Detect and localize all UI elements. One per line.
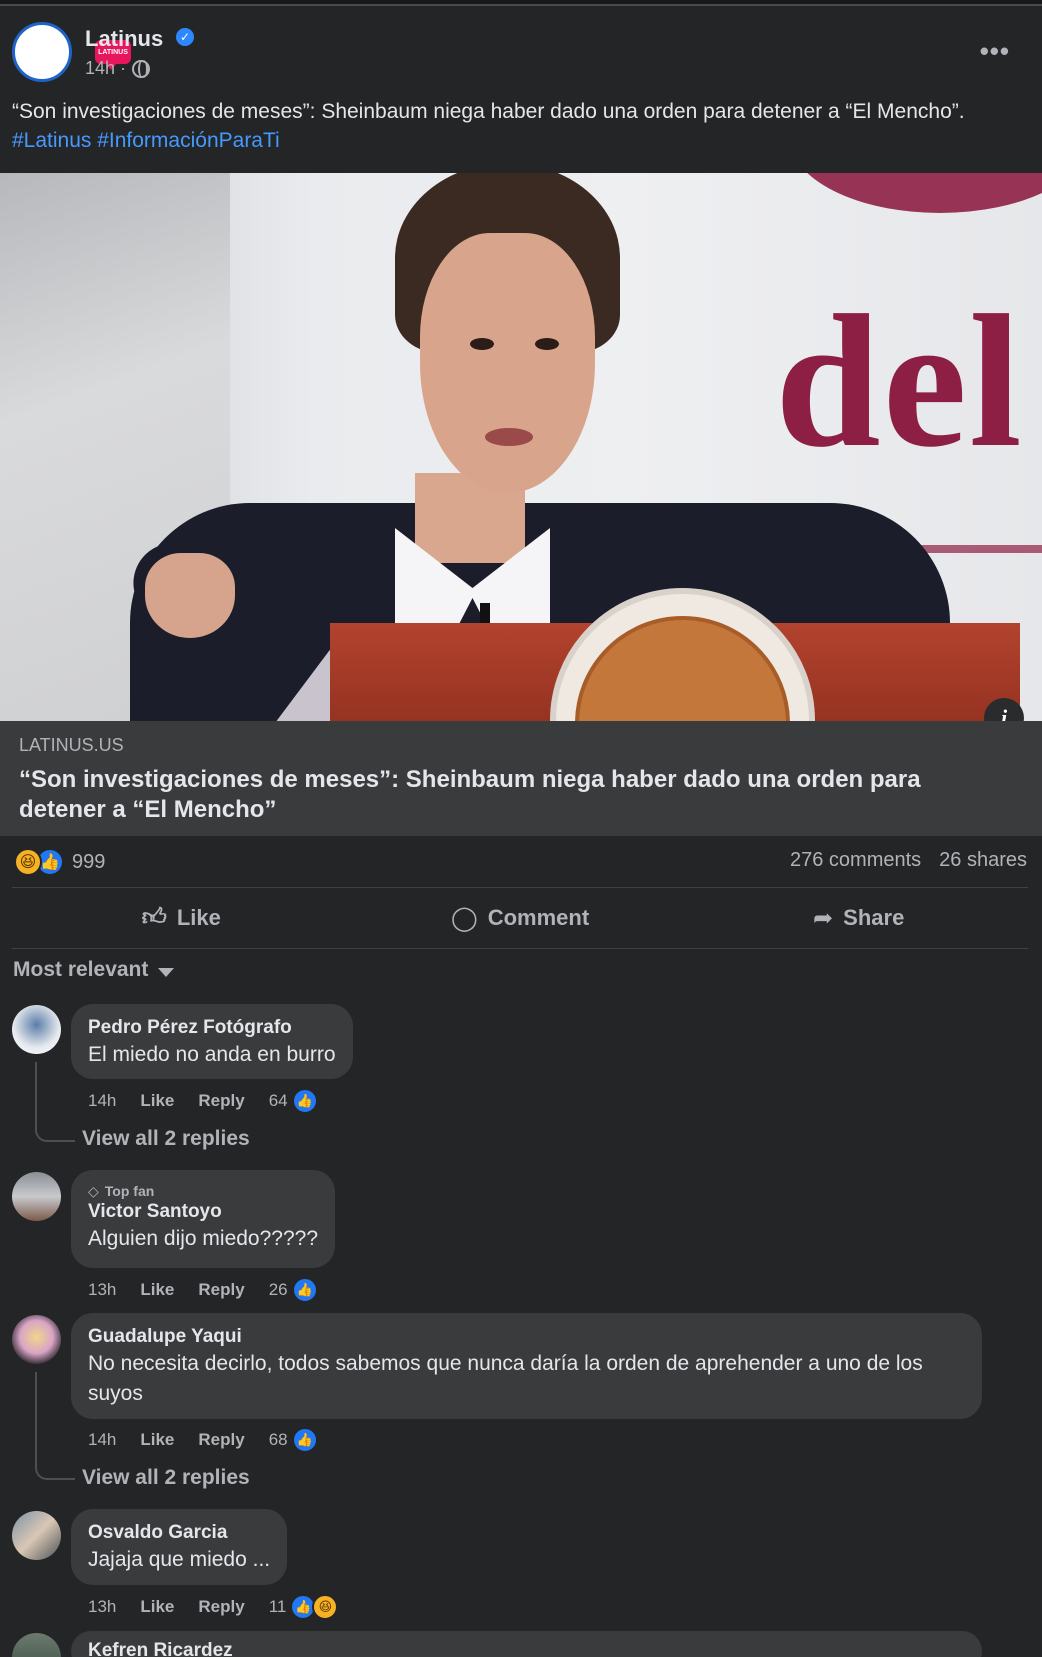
globe-icon bbox=[132, 59, 151, 78]
comment-time[interactable]: 14h bbox=[88, 1430, 116, 1450]
thumbs-up-icon: 👍︎ bbox=[141, 904, 167, 931]
like-label: Like bbox=[176, 905, 221, 930]
post-meta: 14h · bbox=[85, 58, 151, 79]
comment-time[interactable]: 13h bbox=[88, 1597, 116, 1617]
like-button[interactable]: 👍︎ Like bbox=[12, 888, 351, 948]
comment-bubble: Osvaldo Garcia Jajaja que miedo ... bbox=[71, 1509, 288, 1585]
comment-author[interactable]: Victor Santoyo bbox=[88, 1200, 318, 1224]
comment-label: Comment bbox=[487, 905, 590, 930]
post-header: LATINUS Latinus ✓ 14h · ••• bbox=[12, 22, 1032, 86]
share-icon: ➦ bbox=[813, 904, 834, 932]
comment-author[interactable]: Guadalupe Yaqui bbox=[88, 1325, 965, 1349]
comment-reaction-count: 11 bbox=[268, 1597, 287, 1616]
comment-reply-button[interactable]: Reply bbox=[198, 1280, 244, 1300]
post-actions: 👍︎ Like ◯ Comment ➦ Share bbox=[12, 888, 1028, 948]
comments-count[interactable]: 276 comments bbox=[790, 849, 921, 872]
comment-meta: 13h Like Reply 11 👍 😆 bbox=[88, 1594, 362, 1620]
verified-badge-icon: ✓ bbox=[176, 28, 194, 46]
comment-bubble: Pedro Pérez Fotógrafo El miedo no anda e… bbox=[71, 1004, 353, 1079]
top-fan-badge: ◇ Top fan bbox=[88, 1182, 318, 1200]
diamond-icon: ◇ bbox=[88, 1183, 99, 1199]
haha-reaction-icon: 😆 bbox=[14, 848, 42, 876]
like-reaction-icon: 👍 bbox=[291, 1427, 318, 1453]
like-reaction-icon: 👍 bbox=[291, 1277, 318, 1303]
comment-text: Jajaja que miedo ... bbox=[88, 1548, 271, 1571]
post-hashtags[interactable]: #Latinus #InformaciónParaTi bbox=[12, 126, 1032, 155]
comment-icon: ◯ bbox=[450, 904, 478, 932]
comment-meta: 14h Like Reply 64 👍 bbox=[88, 1088, 318, 1114]
haha-reaction-icon: 😆 bbox=[312, 1594, 339, 1620]
link-preview[interactable]: LATINUS.US “Son investigaciones de meses… bbox=[0, 721, 1042, 836]
post-text: “Son investigaciones de meses”: Sheinbau… bbox=[12, 97, 1032, 155]
link-preview-image[interactable]: del bbox=[0, 173, 1042, 721]
like-reaction-icon: 👍 bbox=[291, 1088, 318, 1114]
comment-text: El miedo no anda en burro bbox=[88, 1043, 336, 1066]
comment-reaction-count: 68 bbox=[268, 1430, 288, 1449]
comment-reply-button[interactable]: Reply bbox=[198, 1597, 244, 1617]
comment-reply-button[interactable]: Reply bbox=[198, 1430, 244, 1450]
comment-reaction-count: 64 bbox=[268, 1091, 288, 1110]
comment-sort-dropdown[interactable]: Most relevant bbox=[13, 958, 175, 982]
person-eye bbox=[470, 338, 494, 350]
post-time[interactable]: 14h · bbox=[85, 58, 126, 79]
avatar[interactable] bbox=[12, 1172, 61, 1221]
comment-like-button[interactable]: Like bbox=[140, 1280, 174, 1300]
comment-bubble: Guadalupe Yaqui No necesita decirlo, tod… bbox=[71, 1313, 982, 1419]
thread-line bbox=[35, 1372, 75, 1480]
comment-reaction-count: 26 bbox=[268, 1280, 288, 1299]
chevron-down-icon bbox=[158, 967, 175, 977]
avatar[interactable] bbox=[12, 1633, 61, 1657]
person-mouth bbox=[485, 428, 533, 446]
post-stats: 276 comments 26 shares bbox=[790, 849, 1027, 872]
shares-count[interactable]: 26 shares bbox=[939, 849, 1027, 872]
person-face bbox=[420, 233, 595, 493]
comment-like-button[interactable]: Like bbox=[140, 1430, 174, 1450]
comment-author[interactable]: Pedro Pérez Fotógrafo bbox=[88, 1016, 336, 1040]
avatar[interactable] bbox=[12, 1511, 61, 1560]
reactions-summary[interactable]: 😆 👍 999 bbox=[14, 845, 105, 879]
post-body: “Son investigaciones de meses”: Sheinbau… bbox=[12, 100, 965, 123]
page-avatar[interactable]: LATINUS bbox=[12, 22, 131, 82]
comment-bubble: Kefren Ricardez bbox=[71, 1631, 982, 1657]
more-options-button[interactable]: ••• bbox=[980, 36, 1010, 67]
background-lettering bbox=[790, 173, 1042, 213]
sort-label: Most relevant bbox=[13, 958, 149, 981]
view-replies-link[interactable]: View all 2 replies bbox=[82, 1127, 250, 1151]
top-fan-label: Top fan bbox=[104, 1183, 155, 1199]
comment-author[interactable]: Kefren Ricardez bbox=[88, 1639, 965, 1657]
comment-reply-button[interactable]: Reply bbox=[198, 1091, 244, 1111]
share-button[interactable]: ➦ Share bbox=[689, 888, 1028, 948]
top-divider bbox=[0, 0, 1042, 6]
link-title: “Son investigaciones de meses”: Sheinbau… bbox=[19, 766, 921, 823]
comment-button[interactable]: ◯ Comment bbox=[351, 888, 690, 948]
avatar[interactable] bbox=[12, 1005, 61, 1054]
comment-author[interactable]: Osvaldo Garcia bbox=[88, 1521, 270, 1545]
seal-emblem bbox=[575, 616, 790, 721]
divider bbox=[12, 948, 1028, 949]
person-hand bbox=[145, 553, 235, 638]
view-replies-link[interactable]: View all 2 replies bbox=[82, 1466, 250, 1490]
comment-like-button[interactable]: Like bbox=[140, 1597, 174, 1617]
comment-text: Alguien dijo miedo????? bbox=[88, 1227, 319, 1250]
page-name[interactable]: Latinus bbox=[85, 26, 163, 52]
comment-time[interactable]: 14h bbox=[88, 1091, 116, 1111]
link-domain: LATINUS.US bbox=[19, 735, 124, 755]
comment-time[interactable]: 13h bbox=[88, 1280, 116, 1300]
comment-text: No necesita decirlo, todos sabemos que n… bbox=[88, 1352, 923, 1405]
reactions-count: 999 bbox=[72, 850, 106, 873]
comment-meta: 14h Like Reply 68 👍 bbox=[88, 1427, 318, 1453]
comment-like-button[interactable]: Like bbox=[140, 1091, 174, 1111]
background-lettering-del: del bbox=[775, 277, 1024, 487]
comment-bubble: ◇ Top fan Victor Santoyo Alguien dijo mie… bbox=[71, 1170, 336, 1268]
share-label: Share bbox=[843, 905, 905, 930]
person-eye bbox=[535, 338, 559, 350]
avatar[interactable] bbox=[12, 1315, 61, 1364]
thread-line bbox=[35, 1062, 75, 1142]
comment-meta: 13h Like Reply 26 👍 bbox=[88, 1277, 318, 1303]
